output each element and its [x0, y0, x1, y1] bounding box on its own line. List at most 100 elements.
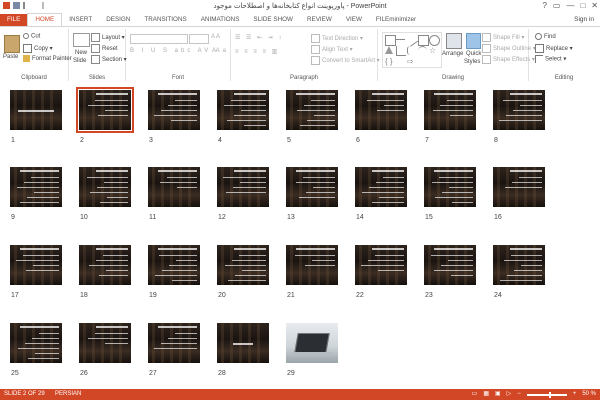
- ribbon-display-button[interactable]: ▭: [553, 1, 561, 10]
- slide-thumbnail[interactable]: [424, 90, 476, 130]
- slide-thumbnail[interactable]: [217, 167, 269, 207]
- font-size-combo[interactable]: [189, 34, 209, 44]
- sign-in-link[interactable]: Sign in: [574, 16, 594, 23]
- slide-thumbnail[interactable]: [355, 90, 407, 130]
- slideshow-view-icon[interactable]: ▷: [507, 389, 512, 400]
- tab-design[interactable]: DESIGN: [99, 14, 137, 26]
- slide-thumbnail[interactable]: [286, 90, 338, 130]
- zoom-slider[interactable]: [526, 391, 567, 398]
- shapes-gallery[interactable]: ☆ { } ⇨: [382, 32, 442, 68]
- new-slide-button-line2[interactable]: Slide: [73, 58, 86, 64]
- new-slide-icon[interactable]: [73, 33, 90, 47]
- list-buttons[interactable]: ☰ ☰ ⇤ ⇥ ↕: [235, 34, 283, 41]
- slide-thumbnail[interactable]: [79, 167, 131, 207]
- slide-thumbnail[interactable]: [148, 323, 200, 363]
- arrow-block-shape-icon[interactable]: ⇨: [407, 57, 416, 66]
- font-family-combo[interactable]: [130, 34, 188, 44]
- connector-shape-icon[interactable]: [396, 46, 406, 56]
- bracket-shape-icon[interactable]: [407, 46, 417, 55]
- tab-file[interactable]: FILE: [0, 14, 28, 26]
- tab-insert[interactable]: INSERT: [62, 14, 99, 26]
- text-direction-button[interactable]: Text Direction ▾: [311, 34, 363, 43]
- paste-icon[interactable]: [4, 35, 20, 53]
- quick-styles-icon[interactable]: [466, 33, 481, 49]
- language-status[interactable]: PERSIAN: [55, 389, 81, 400]
- close-button[interactable]: ✕: [591, 1, 598, 10]
- slide-thumbnail[interactable]: [286, 245, 338, 285]
- slide-thumbnail[interactable]: [10, 323, 62, 363]
- slide-thumbnail[interactable]: [76, 87, 134, 133]
- slide-thumbnail[interactable]: [424, 167, 476, 207]
- arrange-icon[interactable]: [446, 33, 462, 49]
- slide-sorter-view-icon[interactable]: ▦: [483, 389, 489, 400]
- normal-view-icon[interactable]: ▭: [472, 389, 478, 400]
- slide-body-text: [451, 275, 473, 276]
- slide-thumbnail[interactable]: [424, 245, 476, 285]
- format-painter-button[interactable]: Format Painter: [23, 55, 72, 62]
- quick-styles-button-line2[interactable]: Styles: [464, 59, 480, 65]
- convert-smartart-button[interactable]: Convert to SmartArt ▾: [311, 56, 380, 65]
- section-button[interactable]: Section ▾: [91, 55, 127, 64]
- slide-thumbnail[interactable]: [493, 245, 545, 285]
- slide-thumbnail[interactable]: [79, 245, 131, 285]
- oval-shape-icon[interactable]: [429, 35, 440, 46]
- font-grow-shrink[interactable]: A A: [211, 34, 220, 40]
- zoom-level[interactable]: 50 %: [582, 389, 596, 400]
- font-color-button[interactable]: A: [212, 48, 216, 54]
- select-button[interactable]: Select ▾: [535, 55, 566, 63]
- slide-thumbnail[interactable]: [10, 90, 62, 130]
- triangle-shape-icon[interactable]: [385, 46, 393, 54]
- star-shape-icon[interactable]: ☆: [429, 46, 438, 55]
- slide-thumbnail[interactable]: [493, 167, 545, 207]
- zoom-out-button[interactable]: −: [517, 389, 521, 400]
- slide-thumbnail[interactable]: [355, 167, 407, 207]
- arrange-button[interactable]: Arrange: [442, 51, 463, 57]
- zoom-slider-thumb[interactable]: [548, 391, 551, 398]
- align-text-button[interactable]: Align Text ▾: [311, 45, 353, 54]
- align-buttons[interactable]: ≡ ≡ ≡ ≡ ▥: [235, 48, 279, 55]
- tab-home[interactable]: HOME: [27, 13, 63, 26]
- slide-thumbnail[interactable]: [148, 245, 200, 285]
- brace-shape-icon[interactable]: { }: [385, 57, 394, 66]
- paste-button[interactable]: Paste: [3, 54, 18, 60]
- line-shape-icon[interactable]: [396, 39, 405, 40]
- slide-thumbnail[interactable]: [355, 245, 407, 285]
- slide-thumbnail[interactable]: [493, 90, 545, 130]
- slide-thumbnail[interactable]: [286, 323, 338, 363]
- slide-thumbnail[interactable]: [10, 245, 62, 285]
- slide-thumbnail[interactable]: [217, 90, 269, 130]
- slide-thumbnail[interactable]: [10, 167, 62, 207]
- tab-view[interactable]: VIEW: [339, 14, 369, 26]
- slide-thumbnail[interactable]: [148, 90, 200, 130]
- rectangle-shape-icon[interactable]: [418, 35, 429, 46]
- slide-thumbnail[interactable]: [148, 167, 200, 207]
- layout-button[interactable]: Layout ▾: [91, 33, 125, 42]
- shape-fill-button[interactable]: Shape Fill ▾: [482, 33, 524, 42]
- tab-transitions[interactable]: TRANSITIONS: [137, 14, 193, 26]
- tab-slide-show[interactable]: SLIDE SHOW: [246, 14, 300, 26]
- replace-button[interactable]: Replace ▾: [535, 44, 573, 53]
- reset-button[interactable]: Reset: [91, 44, 118, 53]
- slide-thumbnail[interactable]: [217, 245, 269, 285]
- tab-review[interactable]: REVIEW: [300, 14, 339, 26]
- help-button[interactable]: ?: [542, 1, 546, 10]
- tab-animations[interactable]: ANIMATIONS: [194, 14, 247, 26]
- new-slide-button[interactable]: New: [75, 50, 87, 56]
- minimize-button[interactable]: —: [566, 1, 574, 10]
- reading-view-icon[interactable]: ▣: [495, 389, 501, 400]
- find-button[interactable]: Find: [535, 33, 556, 40]
- textbox-shape-icon[interactable]: [385, 35, 396, 46]
- slide-thumbnail[interactable]: [286, 167, 338, 207]
- shape-outline-button[interactable]: Shape Outline ▾: [482, 44, 536, 53]
- slide-thumbnail[interactable]: [217, 323, 269, 363]
- quick-styles-button[interactable]: Quick: [466, 51, 481, 57]
- cut-button[interactable]: Cut: [23, 33, 40, 40]
- zoom-in-button[interactable]: +: [573, 389, 577, 400]
- curve-shape-icon[interactable]: [418, 46, 427, 56]
- maximize-button[interactable]: □: [580, 1, 585, 10]
- shape-effects-button[interactable]: Shape Effects ▾: [482, 55, 535, 64]
- slide-thumbnail[interactable]: [79, 323, 131, 363]
- tab-fileminimizer[interactable]: FILEminimizer: [369, 14, 423, 26]
- arrow-shape-icon[interactable]: [404, 33, 419, 47]
- copy-button[interactable]: Copy ▾: [23, 44, 53, 53]
